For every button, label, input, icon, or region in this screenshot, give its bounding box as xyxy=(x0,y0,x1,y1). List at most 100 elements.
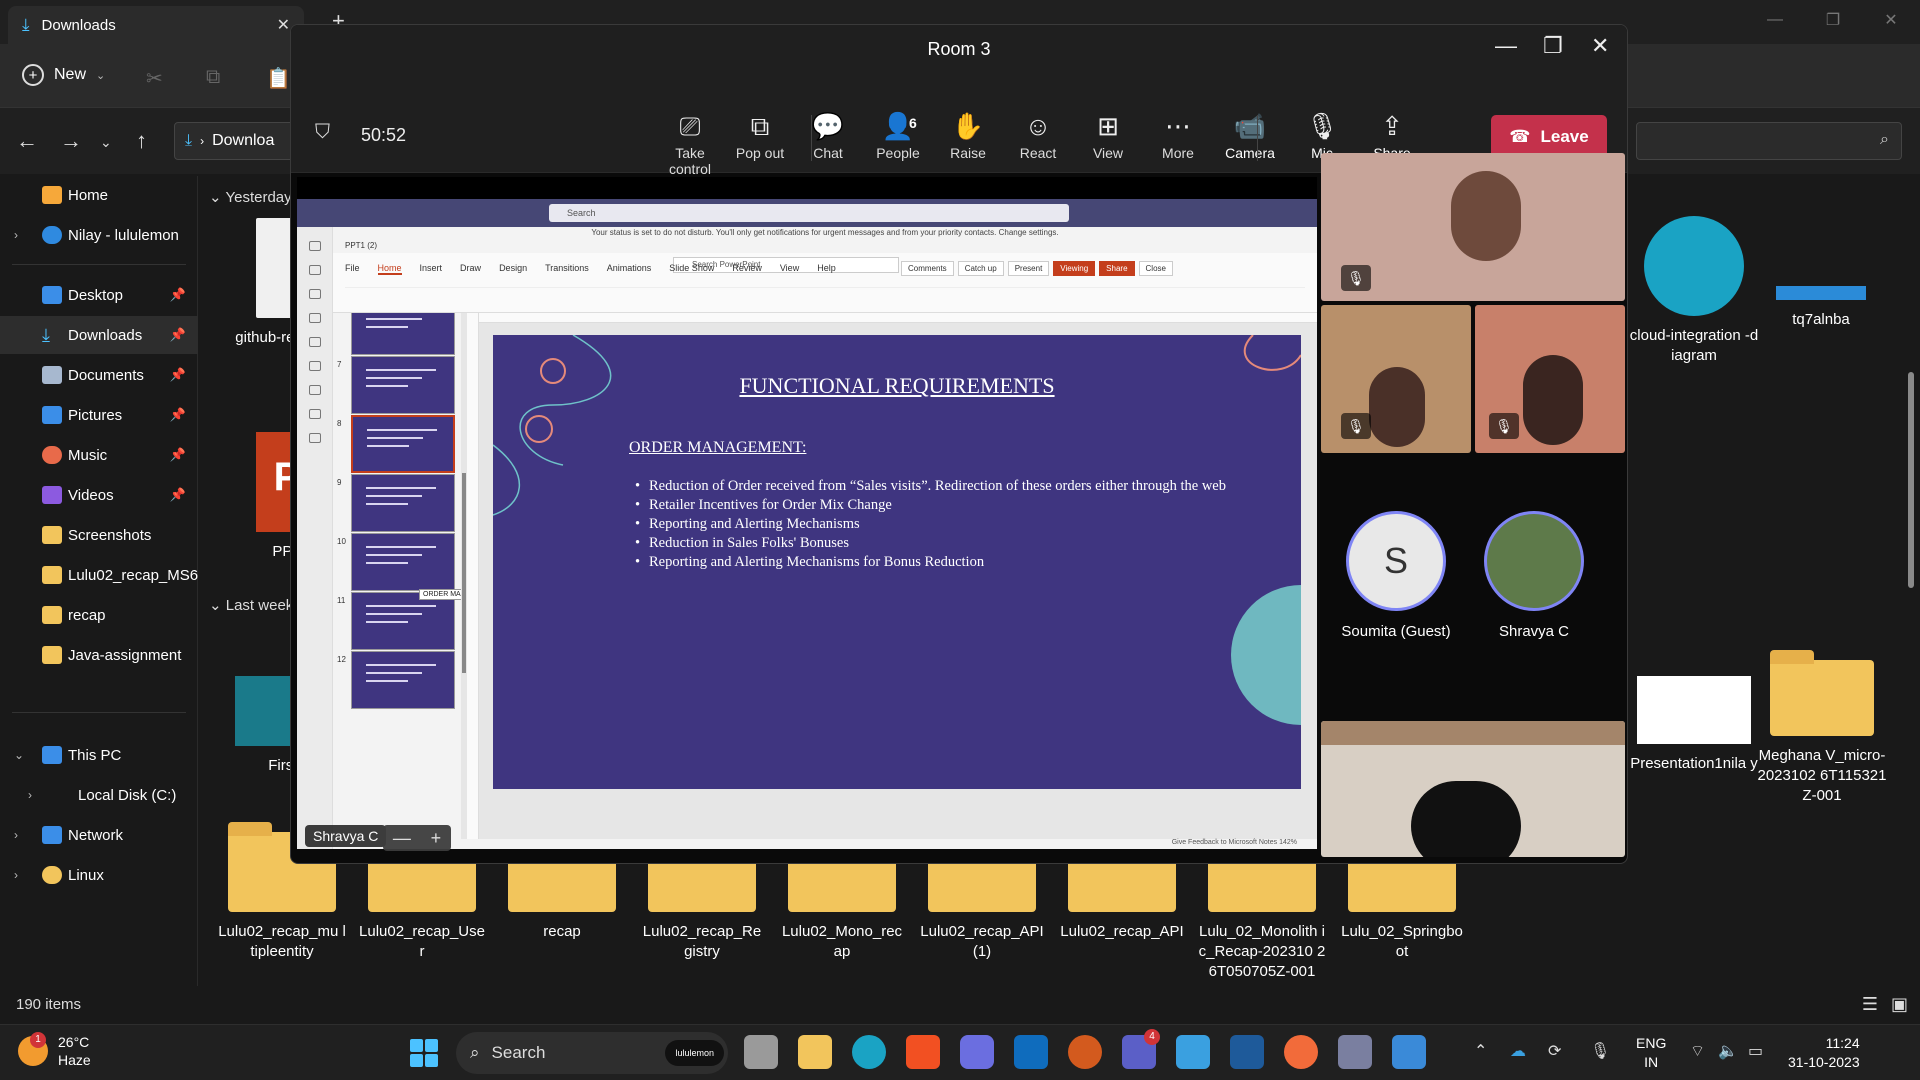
sidebar-item-screenshots[interactable]: Screenshots xyxy=(0,516,198,554)
teams-icon[interactable]: 4 xyxy=(1122,1029,1160,1069)
slide-thumbnail[interactable]: 9 xyxy=(337,474,455,536)
present-button[interactable]: Present xyxy=(1007,261,1050,276)
outlook-icon[interactable] xyxy=(1014,1035,1048,1069)
shared-screen[interactable]: Search Your status is set to do not dist… xyxy=(297,177,1317,851)
group-header-yesterday[interactable]: ⌄ Yesterday xyxy=(209,188,292,206)
participant-video-tile[interactable]: 🎙 xyxy=(1321,153,1625,301)
app-icon[interactable] xyxy=(1068,1035,1102,1069)
ribbon-tab-slide-show[interactable]: Slide Show xyxy=(669,263,714,275)
sidebar-item-downloads[interactable]: ⤓ Downloads 📌 xyxy=(0,316,198,354)
taskbar-search[interactable]: ⌕ Search lululemon xyxy=(456,1032,728,1074)
share-button[interactable]: Share xyxy=(1099,261,1135,276)
chevron-right-icon[interactable]: › xyxy=(14,828,18,842)
copy-icon[interactable]: ⧉ xyxy=(206,66,220,89)
explorer-tab[interactable]: ⤓ Downloads ✕ xyxy=(8,6,304,44)
slide-thumbnail[interactable]: 11 xyxy=(337,592,455,654)
take-control-button[interactable]: ⎚ Take control xyxy=(653,109,727,177)
participant-video-tile[interactable]: 🎙 xyxy=(1475,305,1625,453)
more-button[interactable]: ⋯ More xyxy=(1141,109,1215,161)
slide-thumbnail[interactable]: 8 xyxy=(337,415,455,477)
address-input[interactable]: ⤓ › Downloa xyxy=(174,122,294,160)
sidebar-item-linux[interactable]: › Linux xyxy=(0,856,198,894)
ribbon-tab-help[interactable]: Help xyxy=(817,263,836,275)
copilot-icon[interactable] xyxy=(960,1035,994,1069)
group-header-last-week[interactable]: ⌄ Last week xyxy=(209,596,293,614)
catch-up-button[interactable]: Catch up xyxy=(957,261,1004,276)
zoom-out-icon[interactable]: — xyxy=(393,828,411,849)
participant-avatar-tile[interactable]: Shravya C xyxy=(1469,511,1599,640)
camera-button[interactable]: 📹 Camera xyxy=(1213,109,1287,161)
weather-widget[interactable]: 1 26°C Haze xyxy=(18,1032,91,1069)
ribbon-tab-transitions[interactable]: Transitions xyxy=(545,263,589,275)
sidebar-item-network[interactable]: › Network xyxy=(0,816,198,854)
postman-icon[interactable] xyxy=(1284,1035,1318,1069)
back-icon[interactable]: ← xyxy=(16,128,38,154)
current-slide[interactable]: FUNCTIONAL REQUIREMENTS ORDER MANAGEMENT… xyxy=(493,335,1301,789)
file-item[interactable]: Presentation1nila y xyxy=(1629,676,1759,774)
microsoft-store-icon[interactable] xyxy=(906,1035,940,1069)
close-window-icon[interactable]: ✕ xyxy=(1862,0,1920,40)
battery-icon[interactable]: ▭ xyxy=(1748,1041,1763,1061)
maximize-icon[interactable]: ❐ xyxy=(1543,33,1563,59)
sidebar-item-onedrive[interactable]: › Nilay - lululemon xyxy=(0,216,198,254)
folder-item[interactable]: Meghana V_micro-2023102 6T115321Z-001 xyxy=(1755,646,1889,806)
chevron-down-icon[interactable]: ⌄ xyxy=(14,748,24,762)
close-tab-icon[interactable]: ✕ xyxy=(277,15,290,35)
slide-thumbnail[interactable]: 7 xyxy=(337,356,455,418)
sidebar-item-home[interactable]: Home xyxy=(0,176,198,214)
slide-thumbnail[interactable]: 6 xyxy=(337,313,455,359)
details-view-icon[interactable]: ☰ xyxy=(1862,994,1878,1015)
teams-search-input[interactable]: Search xyxy=(549,204,1069,222)
recent-locations-icon[interactable]: ⌄ xyxy=(100,134,112,151)
language-indicator[interactable]: ENG IN xyxy=(1636,1034,1666,1072)
explorer-search-input[interactable]: ⌕ xyxy=(1636,122,1902,160)
sidebar-item-lulu02-recap-ms6[interactable]: Lulu02_recap_MS6 xyxy=(0,556,198,594)
chevron-right-icon[interactable]: › xyxy=(28,788,32,802)
forward-icon[interactable]: → xyxy=(60,128,82,154)
sidebar-item-desktop[interactable]: Desktop 📌 xyxy=(0,276,198,314)
react-button[interactable]: ☺ React xyxy=(1001,109,1075,161)
notepad-icon[interactable] xyxy=(1392,1035,1426,1069)
minimize-icon[interactable]: — xyxy=(1495,33,1517,59)
mic-off-icon[interactable]: 🎙 xyxy=(1590,1041,1610,1061)
wifi-icon[interactable]: ⌔ xyxy=(1690,1041,1705,1061)
paste-icon[interactable]: 📋 xyxy=(266,66,291,91)
sidebar-item-music[interactable]: Music 📌 xyxy=(0,436,198,474)
close-button[interactable]: Close xyxy=(1138,261,1173,276)
view-button[interactable]: ⊞ View xyxy=(1071,109,1145,161)
onedrive-icon[interactable]: ☁ xyxy=(1510,1041,1526,1061)
up-icon[interactable]: ↑ xyxy=(136,128,147,154)
ribbon-tab-review[interactable]: Review xyxy=(732,263,762,275)
sidebar-item-recap[interactable]: recap xyxy=(0,596,198,634)
participant-avatar-tile[interactable]: S Soumita (Guest) xyxy=(1331,511,1461,640)
minimize-icon[interactable]: — xyxy=(1746,0,1804,40)
self-video-tile[interactable] xyxy=(1321,721,1625,857)
sidebar-item-java-assignment[interactable]: Java-assignment xyxy=(0,636,198,674)
ribbon-tab-view[interactable]: View xyxy=(780,263,799,275)
sidebar-item-local-disk[interactable]: › Local Disk (C:) xyxy=(0,776,198,814)
file-item[interactable]: tq7alnba xyxy=(1761,286,1881,330)
new-button[interactable]: + New ⌄ xyxy=(22,64,105,86)
task-view-icon[interactable] xyxy=(744,1035,778,1069)
file-explorer-icon[interactable] xyxy=(798,1035,832,1069)
snipping-tool-icon[interactable] xyxy=(1176,1035,1210,1069)
sidebar-item-documents[interactable]: Documents 📌 xyxy=(0,356,198,394)
sidebar-item-videos[interactable]: Videos 📌 xyxy=(0,476,198,514)
people-button[interactable]: 👤 6 People xyxy=(861,109,935,161)
cut-icon[interactable]: ✂ xyxy=(146,66,163,91)
sync-icon[interactable]: ⟳ xyxy=(1548,1041,1561,1061)
viewing-button[interactable]: Viewing xyxy=(1053,261,1096,276)
ribbon-tab-animations[interactable]: Animations xyxy=(607,263,652,275)
app-icon[interactable] xyxy=(1230,1035,1264,1069)
pop-out-button[interactable]: ⧉ Pop out xyxy=(723,109,797,161)
volume-icon[interactable]: 🔈 xyxy=(1718,1041,1738,1061)
raise-button[interactable]: ✋ Raise xyxy=(931,109,1005,161)
vertical-scrollbar[interactable] xyxy=(1908,372,1914,588)
sidebar-item-pictures[interactable]: Pictures 📌 xyxy=(0,396,198,434)
slide-thumbnail[interactable]: 12 xyxy=(337,651,455,713)
ribbon-tab-file[interactable]: File xyxy=(345,263,360,275)
close-icon[interactable]: ✕ xyxy=(1591,33,1609,59)
chevron-right-icon[interactable]: › xyxy=(14,228,18,242)
ribbon-tab-design[interactable]: Design xyxy=(499,263,527,275)
tiles-view-icon[interactable]: ▣ xyxy=(1891,994,1908,1015)
